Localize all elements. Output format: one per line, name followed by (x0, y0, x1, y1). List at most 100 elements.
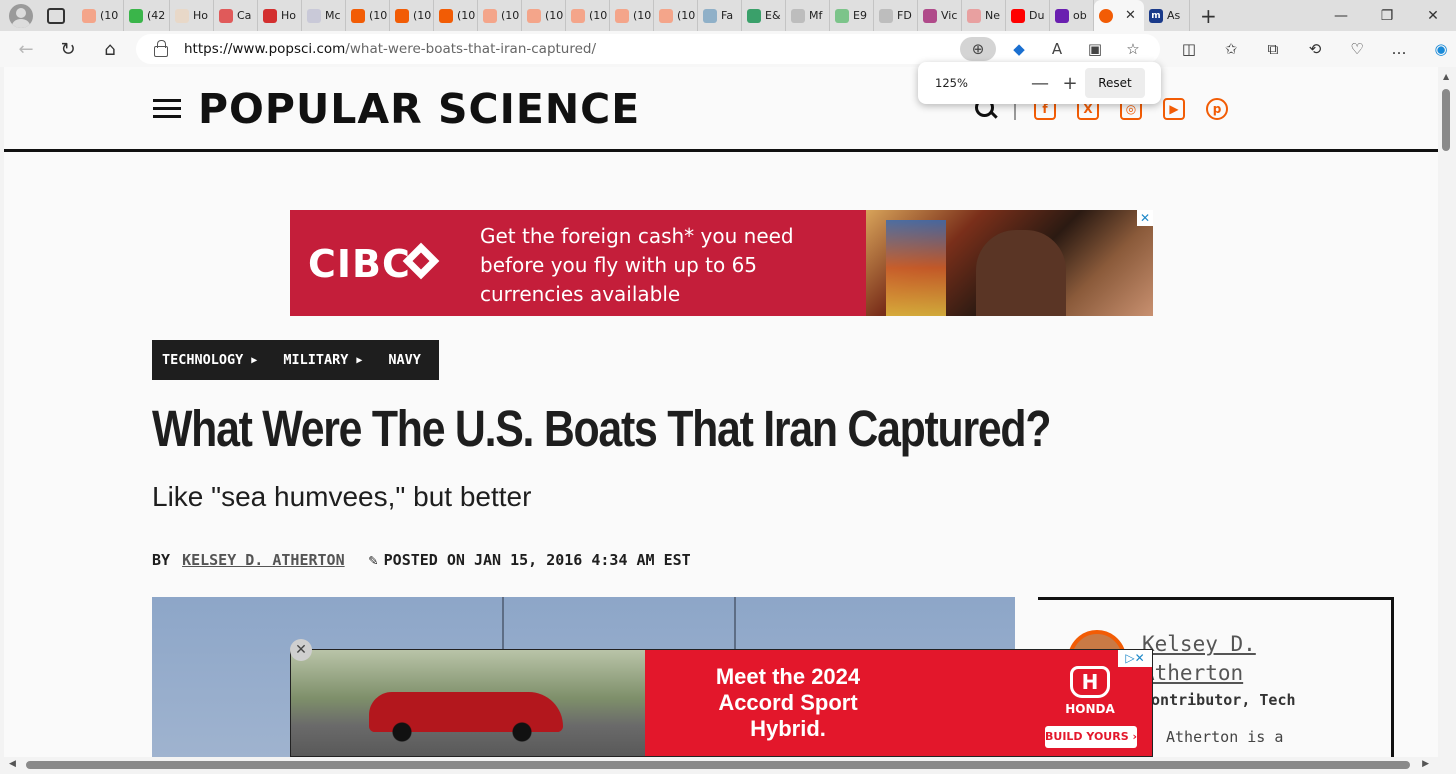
tab[interactable]: (10 (434, 0, 478, 31)
immersive-reader-icon[interactable]: ▣ (1076, 40, 1114, 58)
scroll-up-icon[interactable]: ▲ (1443, 72, 1449, 81)
adchoices-close-icon[interactable]: ▷✕ (1118, 650, 1152, 667)
ad-car-image (291, 650, 645, 756)
vertical-scroll-thumb[interactable] (1442, 89, 1450, 151)
tab[interactable]: ob (1050, 0, 1094, 31)
reload-icon[interactable]: ↻ (51, 34, 85, 64)
browser-toolbar: ← ↻ ⌂ https://www.popsci.com/what-were-b… (0, 31, 1456, 67)
active-tab[interactable]: ✕ (1094, 0, 1144, 31)
honda-logo: H HONDA (1045, 666, 1135, 716)
site-logo[interactable]: POPULAR SCIENCE (198, 85, 640, 133)
back-icon[interactable]: ← (9, 34, 43, 64)
scroll-right-icon[interactable]: ▶ (1422, 759, 1429, 769)
hero-mast (502, 597, 504, 657)
tab[interactable]: E9 (830, 0, 874, 31)
ad-close-icon[interactable]: ✕ (1137, 210, 1153, 226)
tab[interactable]: (42 (124, 0, 170, 31)
breadcrumb-military[interactable]: MILITARY (283, 352, 348, 368)
favorite-star-icon[interactable]: ☆ (1114, 40, 1152, 58)
tab[interactable]: FD (874, 0, 918, 31)
url-text[interactable]: https://www.popsci.com/what-were-boats-t… (184, 41, 596, 57)
breadcrumb-navy[interactable]: NAVY (388, 352, 421, 368)
author-link[interactable]: KELSEY D. ATHERTON (182, 551, 345, 569)
sticky-ad-close-icon[interactable]: ✕ (290, 639, 312, 661)
lock-icon[interactable] (154, 39, 168, 57)
tab-favicon-icon (82, 8, 96, 23)
tab-title: Du (1029, 9, 1045, 22)
tab[interactable]: Ca (214, 0, 258, 31)
tab-title: Ho (281, 9, 297, 22)
minimize-icon[interactable]: — (1318, 8, 1364, 24)
tab[interactable]: (10 (478, 0, 522, 31)
scroll-left-icon[interactable]: ◀ (9, 759, 16, 769)
ad-brand: CIBC (308, 242, 411, 286)
collections-icon[interactable]: ⧉ (1252, 40, 1294, 58)
address-bar-icons: ⊕ ◆ A ▣ ☆ (960, 34, 1152, 64)
build-yours-button[interactable]: BUILD YOURS › (1045, 726, 1137, 748)
vertical-scrollbar[interactable]: ▲ (1438, 67, 1456, 757)
tab[interactable]: Du (1006, 0, 1050, 31)
close-tab-icon[interactable]: ✕ (1125, 8, 1136, 23)
tab-favicon-icon (129, 8, 143, 23)
tab[interactable]: (10 (522, 0, 566, 31)
tab[interactable]: Mf (786, 0, 830, 31)
tab-actions-icon[interactable] (47, 7, 65, 24)
toolbar-right-icons: ◫ ✩ ⧉ ⟲ ♡ … ◉ (1168, 31, 1456, 67)
ad-photo (866, 210, 1153, 316)
hamburger-menu-icon[interactable] (153, 99, 181, 119)
author-card-name[interactable]: Kelsey D. Atherton (1142, 630, 1302, 688)
tab[interactable]: m As (1144, 0, 1190, 31)
tab[interactable]: Fa (698, 0, 742, 31)
tab-favicon-icon (439, 8, 453, 23)
tab-title: Ne (985, 9, 1000, 22)
honda-sticky-ad[interactable]: Meet the 2024 Accord Sport Hybrid. H HON… (290, 649, 1153, 757)
split-screen-icon[interactable]: ◫ (1168, 40, 1210, 58)
tab[interactable]: Vic (918, 0, 962, 31)
breadcrumb-technology[interactable]: TECHNOLOGY (162, 352, 243, 368)
browser-essentials-icon[interactable]: ♡ (1336, 40, 1378, 58)
tab[interactable]: Ho (258, 0, 302, 31)
pencil-icon: ✎ (368, 551, 378, 569)
zoom-in-icon[interactable]: + (1055, 73, 1085, 94)
tab-title: FD (897, 9, 912, 22)
site-header: POPULAR SCIENCE f X ◎ ▶ p (4, 67, 1438, 152)
zoom-reset-button[interactable]: Reset (1085, 68, 1145, 98)
pinterest-icon[interactable]: p (1206, 98, 1228, 120)
shopping-tag-icon[interactable]: ◆ (1000, 40, 1038, 58)
favorites-icon[interactable]: ✩ (1210, 40, 1252, 58)
home-icon[interactable]: ⌂ (93, 34, 127, 64)
tab[interactable]: E& (742, 0, 786, 31)
zoom-out-icon[interactable]: — (1025, 73, 1055, 94)
author-card-role: Contributor, Tech (1142, 691, 1296, 709)
breadcrumb-arrow-icon: ▶ (356, 354, 363, 366)
tab-title: (10 (501, 9, 520, 22)
tab[interactable]: (10 (77, 0, 124, 31)
tab[interactable]: (10 (346, 0, 390, 31)
tab[interactable]: Mc (302, 0, 346, 31)
horizontal-scroll-thumb[interactable] (26, 761, 1410, 769)
address-bar[interactable]: https://www.popsci.com/what-were-boats-t… (136, 34, 1160, 64)
zoom-icon[interactable]: ⊕ (960, 37, 996, 61)
ad-copy: Get the foreign cash* you need before yo… (480, 224, 794, 306)
history-icon[interactable]: ⟲ (1294, 40, 1336, 58)
tab[interactable]: (10 (566, 0, 610, 31)
restore-icon[interactable]: ❐ (1364, 8, 1410, 24)
cibc-ad-banner[interactable]: CIBC Get the foreign cash* you need befo… (290, 210, 1153, 316)
tab[interactable]: Ho (170, 0, 214, 31)
horizontal-scrollbar[interactable]: ◀ ▶ (0, 757, 1438, 774)
tab[interactable]: Ne (962, 0, 1006, 31)
close-window-icon[interactable]: ✕ (1410, 8, 1456, 24)
tab[interactable]: (10 (610, 0, 654, 31)
tab[interactable]: (10 (654, 0, 698, 31)
more-menu-icon[interactable]: … (1378, 40, 1420, 58)
tab-title: ob (1073, 9, 1087, 22)
copilot-icon[interactable]: ◉ (1420, 40, 1456, 58)
tab[interactable]: (10 (390, 0, 434, 31)
byline: BY KELSEY D. ATHERTON ✎ POSTED ON JAN 15… (152, 551, 691, 569)
new-tab-icon[interactable]: + (1200, 4, 1217, 28)
profile-avatar-icon[interactable] (9, 3, 33, 28)
youtube-icon[interactable]: ▶ (1163, 98, 1185, 120)
tab-title: Vic (941, 9, 958, 22)
page-viewport: POPULAR SCIENCE f X ◎ ▶ p CIBC Get the f… (4, 67, 1438, 757)
read-aloud-icon[interactable]: A (1038, 40, 1076, 58)
